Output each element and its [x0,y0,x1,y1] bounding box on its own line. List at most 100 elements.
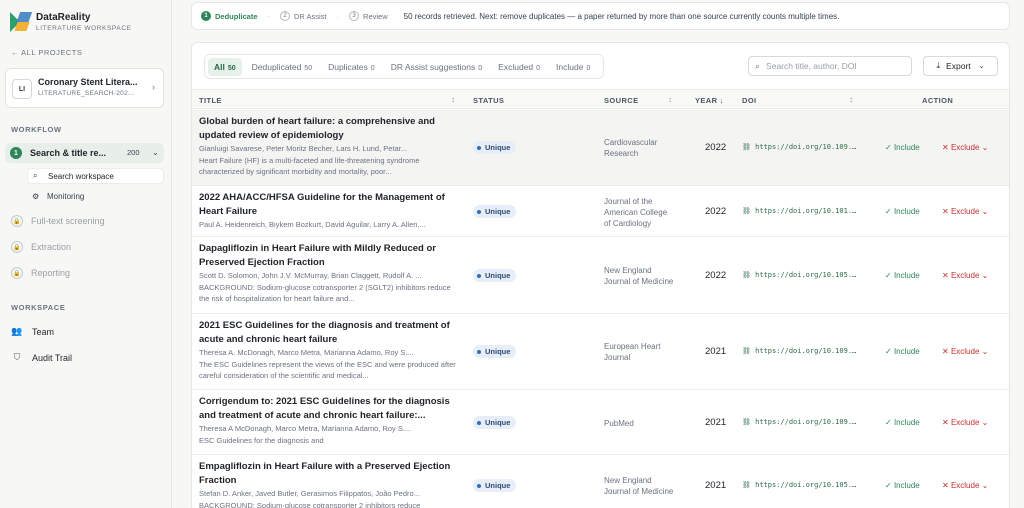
column-header-doi[interactable]: DOI [742,96,757,105]
record-title[interactable]: Global burden of heart failure: a compre… [199,115,461,142]
table-row[interactable]: Empagliflozin in Heart Failure with a Pr… [192,455,1009,508]
step-number: 1 [10,147,22,159]
workflow-item-reporting[interactable]: 🔒 Reporting [11,267,70,279]
doi-link[interactable]: ⛓ https://doi.org/10.109... [742,418,860,426]
table-row[interactable]: 2021 ESC Guidelines for the diagnosis an… [192,314,1009,390]
column-header-source[interactable]: SOURCE [604,96,639,105]
workflow-item-label: Extraction [31,242,72,252]
table-row[interactable]: 2022 AHA/ACC/HFSA Guideline for the Mana… [192,186,1009,237]
tab-duplicates[interactable]: Duplicates 0 [322,58,381,76]
brand[interactable]: DataReality LITERATURE WORKSPACE [10,12,132,34]
records-panel: All 50 Deduplicated 50 Duplicates 0 DR Assi… [191,42,1010,508]
project-switcher[interactable]: LI Coronary Stent Litera... LITERATURE_S… [5,68,164,108]
record-source: European Heart Journal [604,342,661,362]
sidebar-item-team[interactable]: 👥 Team [11,326,54,337]
doi-link[interactable]: ⛓ https://doi.org/10.109... [742,143,860,151]
shield-icon: ⛉ [13,352,21,362]
table-header: TITLE ↕ STATUS SOURCE ↕ YEAR ↓ DOI ↕ ACT… [192,89,1009,109]
sidebar-item-label: Monitoring [47,191,85,201]
record-abstract: BACKGROUND: Sodium-glucose cotransporter… [199,501,421,508]
record-title-cell: 2022 AHA/ACC/HFSA Guideline for the Mana… [199,191,461,230]
sidebar-item-search-workspace[interactable]: ⌕ Search workspace [27,168,164,184]
include-button[interactable]: ✓ Include [885,143,920,152]
sort-icon[interactable]: ↕ [451,95,455,104]
search-box[interactable]: ⌕ [748,56,912,76]
step-review[interactable]: 3 Review [349,11,388,21]
exclude-button[interactable]: ✕ Exclude ⌄ [942,481,988,490]
exclude-button[interactable]: ✕ Exclude ⌄ [942,347,988,356]
sidebar-item-monitoring[interactable]: ⚙ Monitoring [27,188,164,204]
workflow-section-label: WORKFLOW [11,125,62,134]
status-dot [477,420,481,425]
doi-link[interactable]: ⛓ https://doi.org/10.105... [742,481,860,489]
include-button[interactable]: ✓ Include [885,207,920,216]
record-source: PubMed [604,418,634,428]
step-number: 3 [349,11,360,21]
step-separator: · [267,11,271,21]
column-header-status[interactable]: STATUS [473,96,504,105]
sidebar-item-label: Team [32,326,55,337]
tab-include[interactable]: Include 0 [550,58,596,76]
doi-link[interactable]: ⛓ https://doi.org/10.109... [742,347,860,355]
doi-link[interactable]: ⛓ https://doi.org/10.105... [742,271,860,279]
workflow-item-search-title-review[interactable]: 1 Search & title re... 200 ⌄ [5,143,164,163]
sort-icon[interactable]: ↕ [849,95,853,104]
include-button[interactable]: ✓ Include [885,418,920,427]
search-icon: ⌕ [33,171,38,180]
tab-deduplicated[interactable]: Deduplicated 50 [246,58,318,76]
tab-all[interactable]: All 50 [208,57,242,76]
link-icon: ⛓ [742,418,751,426]
lock-icon: 🔒 [11,267,23,279]
table-row[interactable]: Corrigendum to: 2021 ESC Guidelines for … [192,390,1009,455]
sidebar-item-audit-trail[interactable]: ⛉ Audit Trail [11,352,72,363]
tab-excluded[interactable]: Excluded 0 [492,58,546,76]
exclude-button[interactable]: ✕ Exclude ⌄ [942,271,988,280]
record-authors: Theresa A. McDonagh, Marco Metra, Marian… [199,348,414,357]
close-icon: ✕ [942,418,949,427]
search-input[interactable] [766,61,902,71]
include-button[interactable]: ✓ Include [885,347,920,356]
column-header-year[interactable]: YEAR ↓ [695,96,724,105]
record-title[interactable]: Dapagliflozin in Heart Failure with Mild… [199,242,461,269]
status-dot [477,273,481,278]
table-row[interactable]: Global burden of heart failure: a compre… [192,110,1009,186]
column-header-title[interactable]: TITLE [199,96,222,105]
workspace-section-label: WORKSPACE [11,303,66,312]
step-deduplicate[interactable]: 1 Deduplicate · [201,11,270,21]
exclude-button[interactable]: ✕ Exclude ⌄ [942,207,988,216]
tab-dr-assist-suggestions[interactable]: DR Assist suggestions 0 [385,58,488,76]
arrow-left-icon: ← [11,48,19,57]
include-button[interactable]: ✓ Include [885,481,920,490]
record-title[interactable]: Empagliflozin in Heart Failure with a Pr… [199,460,461,487]
table-row[interactable]: Dapagliflozin in Heart Failure with Mild… [192,237,1009,314]
workflow-item-full-text-screening[interactable]: 🔒 Full-text screening [11,215,105,227]
exclude-button[interactable]: ✕ Exclude ⌄ [942,418,988,427]
all-projects-link[interactable]: ← ALL PROJECTS [11,48,82,57]
step-dr-assist[interactable]: 2 DR Assist · [280,11,339,21]
status-badge: Unique [473,479,517,492]
record-abstract: ESC Guidelines for the diagnosis and [199,436,324,445]
sort-icon[interactable]: ↕ [668,95,672,104]
record-title[interactable]: 2022 AHA/ACC/HFSA Guideline for the Mana… [199,191,461,218]
record-authors: Theresa A McDonagh, Marco Metra, Mariann… [199,424,412,433]
include-button[interactable]: ✓ Include [885,271,920,280]
exclude-button[interactable]: ✕ Exclude ⌄ [942,143,988,152]
project-badge: LI [12,79,32,99]
chevron-down-icon: ⌄ [981,271,989,280]
brand-name: DataReality [36,12,91,23]
record-title[interactable]: 2021 ESC Guidelines for the diagnosis an… [199,319,461,346]
chevron-down-icon: ⌄ [981,207,989,216]
status-badge: Unique [473,416,517,429]
record-year: 2021 [705,480,727,491]
doi-link[interactable]: ⛓ https://doi.org/10.101... [742,207,860,215]
status-dot [477,483,481,488]
chevron-down-icon: ⌄ [978,63,985,70]
step-message: 50 records retrieved. Next: remove dupli… [403,11,840,21]
record-year: 2021 [705,346,727,357]
workflow-item-extraction[interactable]: 🔒 Extraction [11,241,71,253]
record-abstract: BACKGROUND: Sodium-glucose cotransporter… [199,283,451,303]
record-authors: Scott D. Solomon, John J.V. McMurray, Br… [199,271,422,280]
export-button[interactable]: ⤓ Export ⌄ [923,56,998,76]
sidebar-item-label: Search workspace [48,171,114,181]
record-title[interactable]: Corrigendum to: 2021 ESC Guidelines for … [199,395,461,422]
